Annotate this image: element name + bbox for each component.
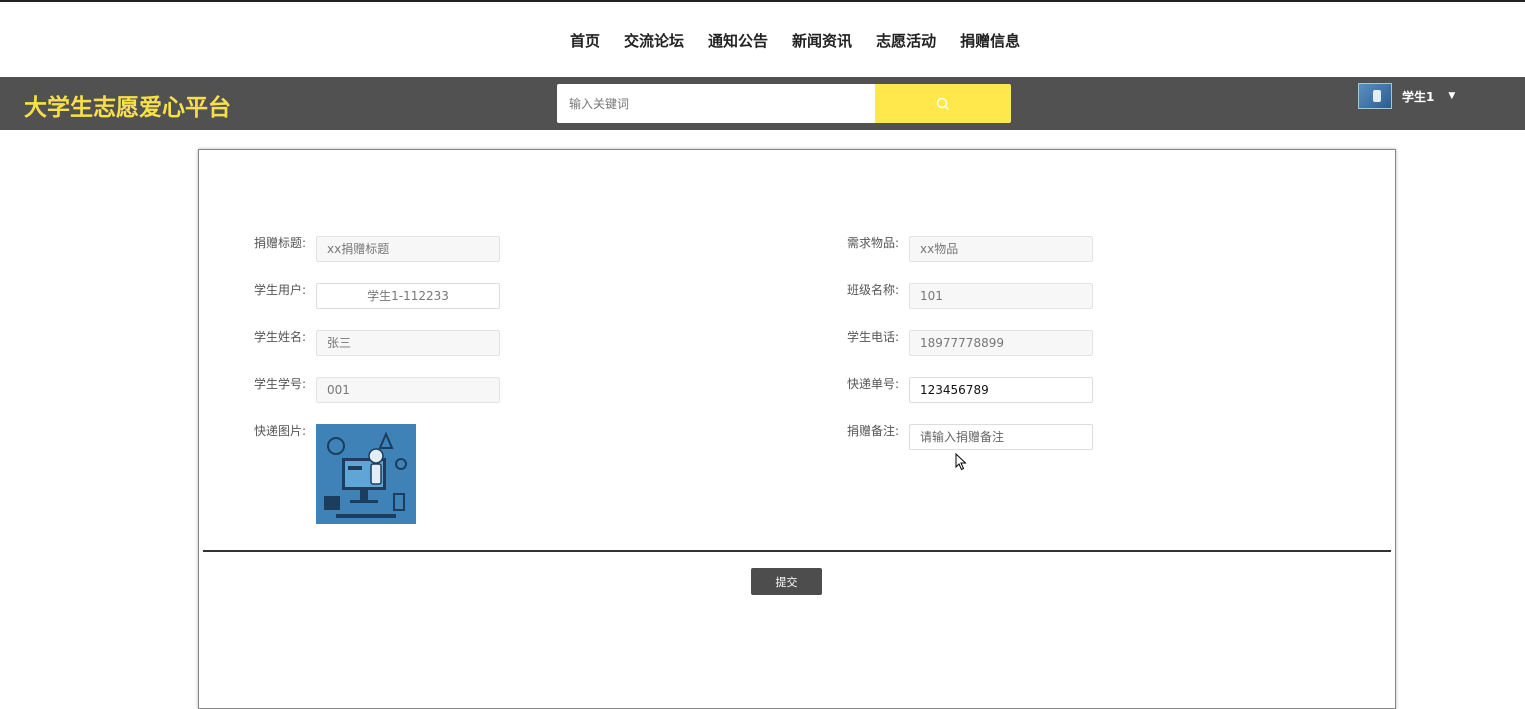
field-class-name: 班级名称: 101 <box>847 283 1093 309</box>
tracking-number-input[interactable]: 123456789 <box>909 377 1093 403</box>
class-name-input[interactable]: 101 <box>909 283 1093 309</box>
field-student-number: 学生学号: 001 <box>254 377 500 403</box>
field-label: 快递图片: <box>254 424 307 438</box>
field-label: 学生电话: <box>847 330 900 344</box>
donation-remark-input[interactable] <box>920 426 1092 448</box>
site-logo[interactable]: 大学生志愿爱心平台 <box>24 88 231 122</box>
field-student-name: 学生姓名: 张三 <box>254 330 500 356</box>
form-divider <box>203 550 1391 552</box>
avatar[interactable] <box>1358 83 1392 109</box>
mouse-cursor-icon <box>955 453 967 471</box>
submit-button[interactable]: 提交 <box>751 568 822 595</box>
nav-notice[interactable]: 通知公告 <box>708 30 768 52</box>
field-express-image: 快递图片: <box>254 424 416 524</box>
field-needed-item: 需求物品: xx物品 <box>847 236 1093 262</box>
donation-remark-wrapper <box>909 424 1093 450</box>
nav-donation[interactable]: 捐赠信息 <box>960 30 1020 52</box>
field-label: 学生学号: <box>254 377 307 391</box>
needed-item-input[interactable]: xx物品 <box>909 236 1093 262</box>
nav-forum[interactable]: 交流论坛 <box>624 30 684 52</box>
student-user-select[interactable]: 学生1-112233 <box>316 283 500 309</box>
field-tracking-number: 快递单号: 123456789 <box>847 377 1093 403</box>
field-donation-title: 捐赠标题: xx捐赠标题 <box>254 236 500 262</box>
nav-news[interactable]: 新闻资讯 <box>792 30 852 52</box>
robot-lesson-illustration <box>316 424 416 524</box>
header-bar: 大学生志愿爱心平台 学生1 ▼ <box>0 77 1525 130</box>
field-label: 班级名称: <box>847 283 900 297</box>
field-label: 捐赠备注: <box>847 424 900 438</box>
donation-form-card: 捐赠标题: xx捐赠标题 学生用户: 学生1-112233 学生姓名: 张三 学… <box>198 149 1396 709</box>
field-label: 捐赠标题: <box>254 236 307 250</box>
field-label: 学生姓名: <box>254 330 307 344</box>
search-icon <box>936 97 949 110</box>
student-number-input[interactable]: 001 <box>316 377 500 403</box>
top-border <box>0 0 1525 2</box>
main-nav: 首页 交流论坛 通知公告 新闻资讯 志愿活动 捐赠信息 <box>558 30 1032 52</box>
user-menu[interactable]: 学生1 ▼ <box>1358 83 1455 109</box>
student-phone-input[interactable]: 18977778899 <box>909 330 1093 356</box>
field-student-phone: 学生电话: 18977778899 <box>847 330 1093 356</box>
user-name[interactable]: 学生1 <box>1402 88 1434 105</box>
field-label: 快递单号: <box>847 377 900 391</box>
search-button[interactable] <box>875 84 1011 123</box>
field-label: 学生用户: <box>254 283 307 297</box>
chevron-down-icon[interactable]: ▼ <box>1448 91 1455 101</box>
nav-volunteer[interactable]: 志愿活动 <box>876 30 936 52</box>
field-donation-remark: 捐赠备注: <box>847 424 1093 450</box>
field-student-user: 学生用户: 学生1-112233 <box>254 283 500 309</box>
donation-title-input[interactable]: xx捐赠标题 <box>316 236 500 262</box>
student-name-input[interactable]: 张三 <box>316 330 500 356</box>
express-image[interactable] <box>316 424 416 524</box>
field-label: 需求物品: <box>847 236 900 250</box>
nav-home[interactable]: 首页 <box>570 30 600 52</box>
search-input[interactable] <box>557 84 875 123</box>
search-box <box>557 84 1011 123</box>
